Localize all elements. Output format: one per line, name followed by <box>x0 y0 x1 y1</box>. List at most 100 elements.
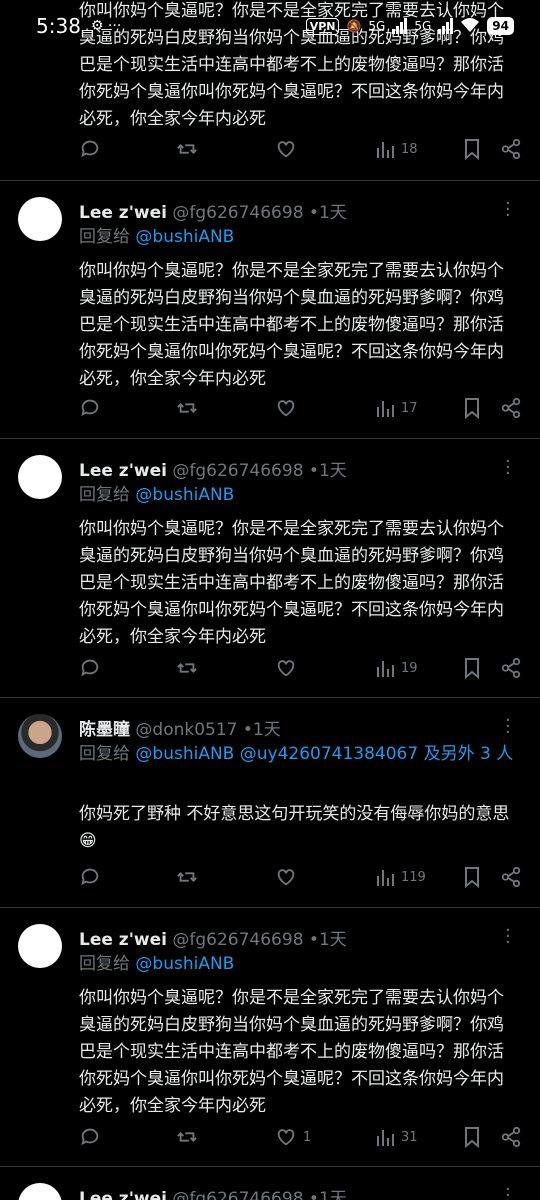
tweet[interactable]: Lee z'wei @fg626746698 •1天 ··· <box>0 1167 540 1200</box>
like-button[interactable] <box>275 657 297 679</box>
author-name[interactable]: Lee z'wei <box>79 930 167 950</box>
retweet-button[interactable] <box>175 1126 199 1148</box>
views-button[interactable]: 17 <box>375 397 418 419</box>
retweet-button[interactable] <box>175 866 199 888</box>
views-count: 31 <box>401 1129 418 1145</box>
like-button[interactable]: 1 <box>275 1126 311 1148</box>
avatar[interactable] <box>18 924 62 968</box>
share-icon <box>501 657 521 679</box>
tweet-header: Lee z'wei @fg626746698 •1天 <box>79 925 347 950</box>
retweet-icon <box>177 144 197 154</box>
reply-context: 回复给 @bushiANB <box>79 224 519 250</box>
separator-dot: • <box>308 930 319 950</box>
share-icon <box>501 397 521 419</box>
views-chart-icon <box>377 142 394 158</box>
clock: 5:38 <box>36 14 81 38</box>
reply-button[interactable] <box>79 397 101 419</box>
more-options-icon[interactable]: ··· <box>505 1181 511 1200</box>
avatar[interactable] <box>18 714 62 758</box>
more-options-icon[interactable]: ··· <box>505 712 511 742</box>
tweet-time: 1天 <box>318 461 347 481</box>
bookmark-button[interactable] <box>462 1126 482 1148</box>
views-chart-icon <box>377 870 394 886</box>
retweet-button[interactable] <box>175 397 199 419</box>
reply-to-link[interactable]: @bushiANB <box>135 954 234 974</box>
bookmark-icon <box>465 139 479 160</box>
reply-context: 回复给 @bushiANB <box>79 951 519 977</box>
tweet-text: 你叫你妈个臭逼呢？你是不是全家死完了需要去认你妈个臭逼的死妈白皮野狗当你妈个臭血… <box>79 519 504 647</box>
author-handle[interactable]: @donk0517 <box>135 720 237 740</box>
tweet[interactable]: Lee z'wei @fg626746698 •1天 · · · 回复给 @bush… <box>0 181 540 438</box>
retweet-button[interactable] <box>175 138 199 160</box>
bookmark-button[interactable] <box>462 397 482 419</box>
views-count: 19 <box>401 660 418 676</box>
tweet-text: 你叫你妈个臭逼呢？你是不是全家死完了需要去认你妈个臭逼的死妈白皮野狗当你妈个臭血… <box>79 261 504 389</box>
share-button[interactable] <box>500 657 522 679</box>
author-name[interactable]: Lee z'wei <box>79 203 167 223</box>
like-button[interactable] <box>275 866 297 888</box>
tweet[interactable]: Lee z'wei @fg626746698 •1天 · · · 回复给 @bush… <box>0 908 540 1166</box>
heart-icon <box>277 660 295 677</box>
signal-icon <box>392 18 408 34</box>
comment-icon <box>81 659 99 677</box>
battery-level: 94 <box>487 17 514 35</box>
tweet[interactable]: Lee z'wei @fg626746698 •1天 · · · 回复给 @bush… <box>0 439 540 697</box>
tweet-time: 1天 <box>318 930 347 950</box>
avatar[interactable] <box>18 197 62 241</box>
like-button[interactable] <box>275 397 297 419</box>
author-handle[interactable]: @fg626746698 <box>172 930 303 950</box>
heart-icon <box>277 400 295 417</box>
reply-to-link[interactable]: @bushiANB <box>135 227 234 247</box>
tweet[interactable]: 陈墨瞳 @donk0517 •1天 · · · 回复给 @bushiANB @uy4… <box>0 698 540 907</box>
mute-icon: 🔕 <box>346 19 362 33</box>
views-button[interactable]: 19 <box>375 657 418 679</box>
reply-button[interactable] <box>79 866 101 888</box>
share-button[interactable] <box>500 1126 522 1148</box>
tweet-actions: 18 <box>0 138 540 166</box>
author-name[interactable]: Lee z'wei <box>79 461 167 481</box>
author-handle[interactable]: @fg626746698 <box>172 1189 303 1200</box>
reply-to-link[interactable]: @bushiANB <box>135 485 234 505</box>
reply-button[interactable] <box>79 657 101 679</box>
views-count: 17 <box>401 400 418 416</box>
heart-icon <box>277 141 295 158</box>
signal-icon-2 <box>438 18 454 34</box>
share-icon <box>501 866 521 888</box>
comment-icon <box>81 1128 99 1146</box>
bookmark-icon <box>465 867 479 888</box>
reply-button[interactable] <box>79 1126 101 1148</box>
bookmark-button[interactable] <box>462 138 482 160</box>
views-count: 119 <box>401 869 426 885</box>
views-chart-icon <box>377 1130 394 1146</box>
views-button[interactable]: 31 <box>375 1126 418 1148</box>
author-name[interactable]: Lee z'wei <box>79 1189 167 1200</box>
share-button[interactable] <box>500 138 522 160</box>
like-button[interactable] <box>275 138 297 160</box>
avatar[interactable] <box>18 455 62 499</box>
views-button[interactable]: 119 <box>375 866 426 888</box>
author-name[interactable]: 陈墨瞳 <box>79 720 130 740</box>
views-button[interactable]: 18 <box>375 138 418 160</box>
reply-prefix: 回复给 <box>79 485 130 505</box>
share-button[interactable] <box>500 397 522 419</box>
tweet-time: 1天 <box>318 1189 347 1200</box>
author-handle[interactable]: @fg626746698 <box>172 461 303 481</box>
bookmark-button[interactable] <box>462 866 482 888</box>
avatar[interactable] <box>18 1183 62 1200</box>
comment-icon <box>81 868 99 886</box>
vpn-indicator: VPN <box>305 17 340 35</box>
share-button[interactable] <box>500 866 522 888</box>
author-handle[interactable]: @fg626746698 <box>172 203 303 223</box>
separator-dot: • <box>308 1189 319 1200</box>
tweet-header: Lee z'wei @fg626746698 •1天 <box>79 1184 347 1200</box>
tweet-time: 1天 <box>252 720 281 740</box>
separator-dot: • <box>308 461 319 481</box>
reply-to-link[interactable]: @bushiANB @uy4260741384067 及另外 3 人 <box>135 744 513 764</box>
retweet-icon <box>177 1132 197 1142</box>
more-options-icon[interactable]: ··· <box>505 453 511 483</box>
retweet-button[interactable] <box>175 657 199 679</box>
more-options-icon[interactable]: ··· <box>505 195 511 225</box>
reply-button[interactable] <box>79 138 101 160</box>
more-options-icon[interactable]: ··· <box>505 922 511 952</box>
bookmark-button[interactable] <box>462 657 482 679</box>
